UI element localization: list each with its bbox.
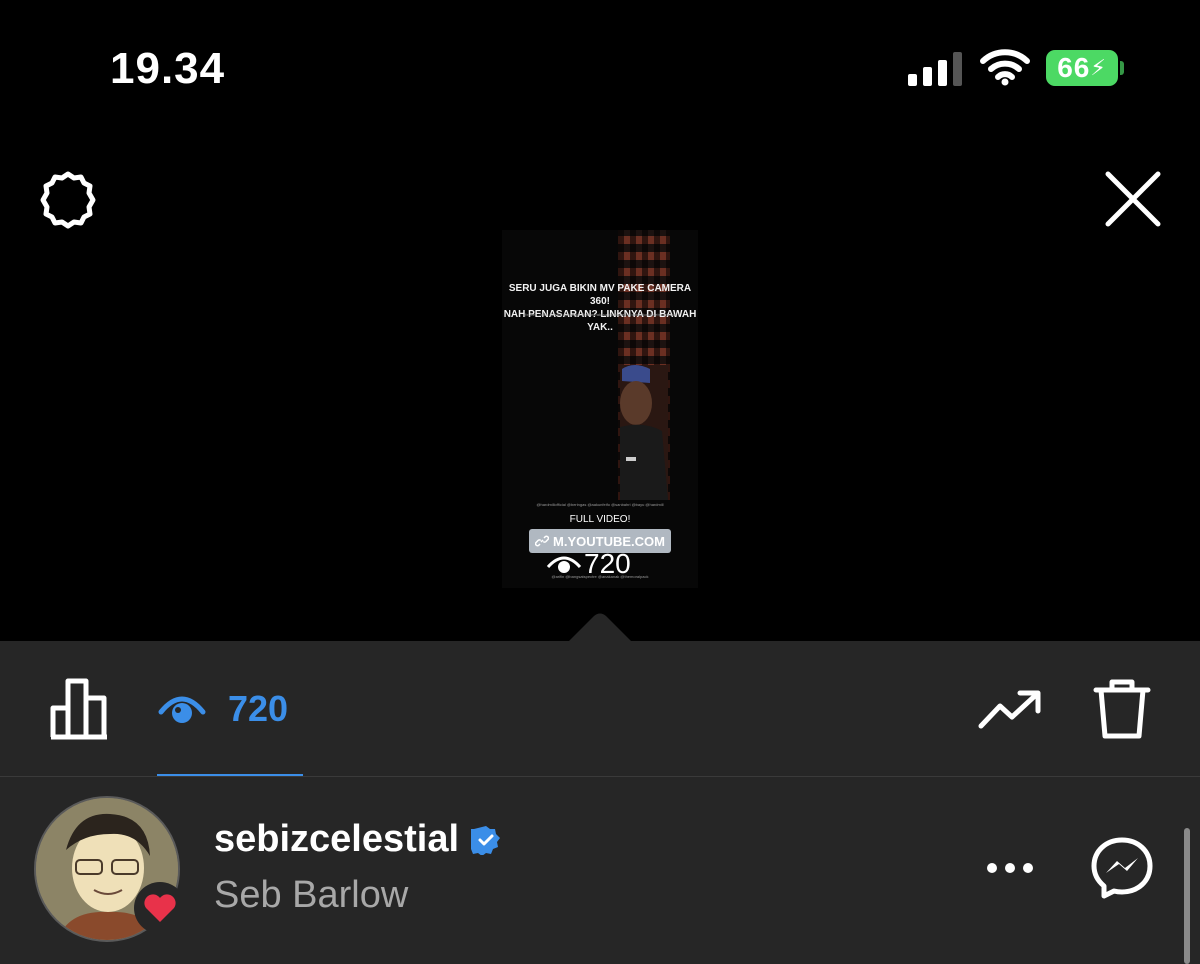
wifi-icon [980,49,1030,86]
username-row[interactable]: sebizcelestial [214,818,501,861]
username[interactable]: sebizcelestial [214,818,459,861]
close-icon[interactable] [1102,168,1164,230]
more-options-icon[interactable] [986,860,1034,876]
viewer-full-name: Seb Barlow [214,874,409,916]
story-preview[interactable]: SERU JUGA BIKIN MV PAKE CAMERA 360! NAH … [502,230,698,588]
preview-tags-middle: @hardmillofficial @beringas @aakunfeifo … [536,502,664,507]
preview-headline-line1: SERU JUGA BIKIN MV PAKE CAMERA 360! [508,283,692,307]
trash-icon[interactable] [1092,678,1152,740]
preview-eye-icon [546,556,582,573]
bar-chart-icon[interactable] [48,678,110,740]
preview-link-label: M.YOUTUBE.COM [553,533,665,549]
link-icon [535,535,550,547]
status-time: 19.34 [110,44,226,93]
preview-headline: SERU JUGA BIKIN MV PAKE CAMERA 360! NAH … [502,282,698,334]
verified-badge-icon [471,825,501,855]
scrollbar[interactable] [1184,828,1190,964]
preview-full-video-label: FULL VIDEO! [569,514,631,525]
heart-icon [144,894,176,922]
battery-level: 66 [1057,52,1091,83]
trending-up-icon[interactable] [978,690,1042,730]
charging-bolt-icon: ⚡ [1090,55,1107,80]
liked-badge [134,882,186,934]
battery-nub [1120,61,1124,75]
panel-divider [0,776,1200,777]
eye-icon [158,696,206,723]
battery-charging-icon: 66 ⚡ [1046,50,1118,86]
views-tab[interactable]: 720 [158,688,288,730]
preview-tags-bottom: @arifin @bangsatspectre @anakanak @themo… [551,574,649,579]
panel-pointer [568,613,632,642]
settings-gear-icon[interactable] [36,168,100,232]
signal-icon [908,52,962,86]
preview-tags-top: @ruben_onsu @rendi @bangkit @ameerakitsa… [522,312,678,317]
view-count: 720 [228,688,289,729]
preview-person-image [620,365,668,500]
messenger-icon[interactable] [1090,836,1154,900]
